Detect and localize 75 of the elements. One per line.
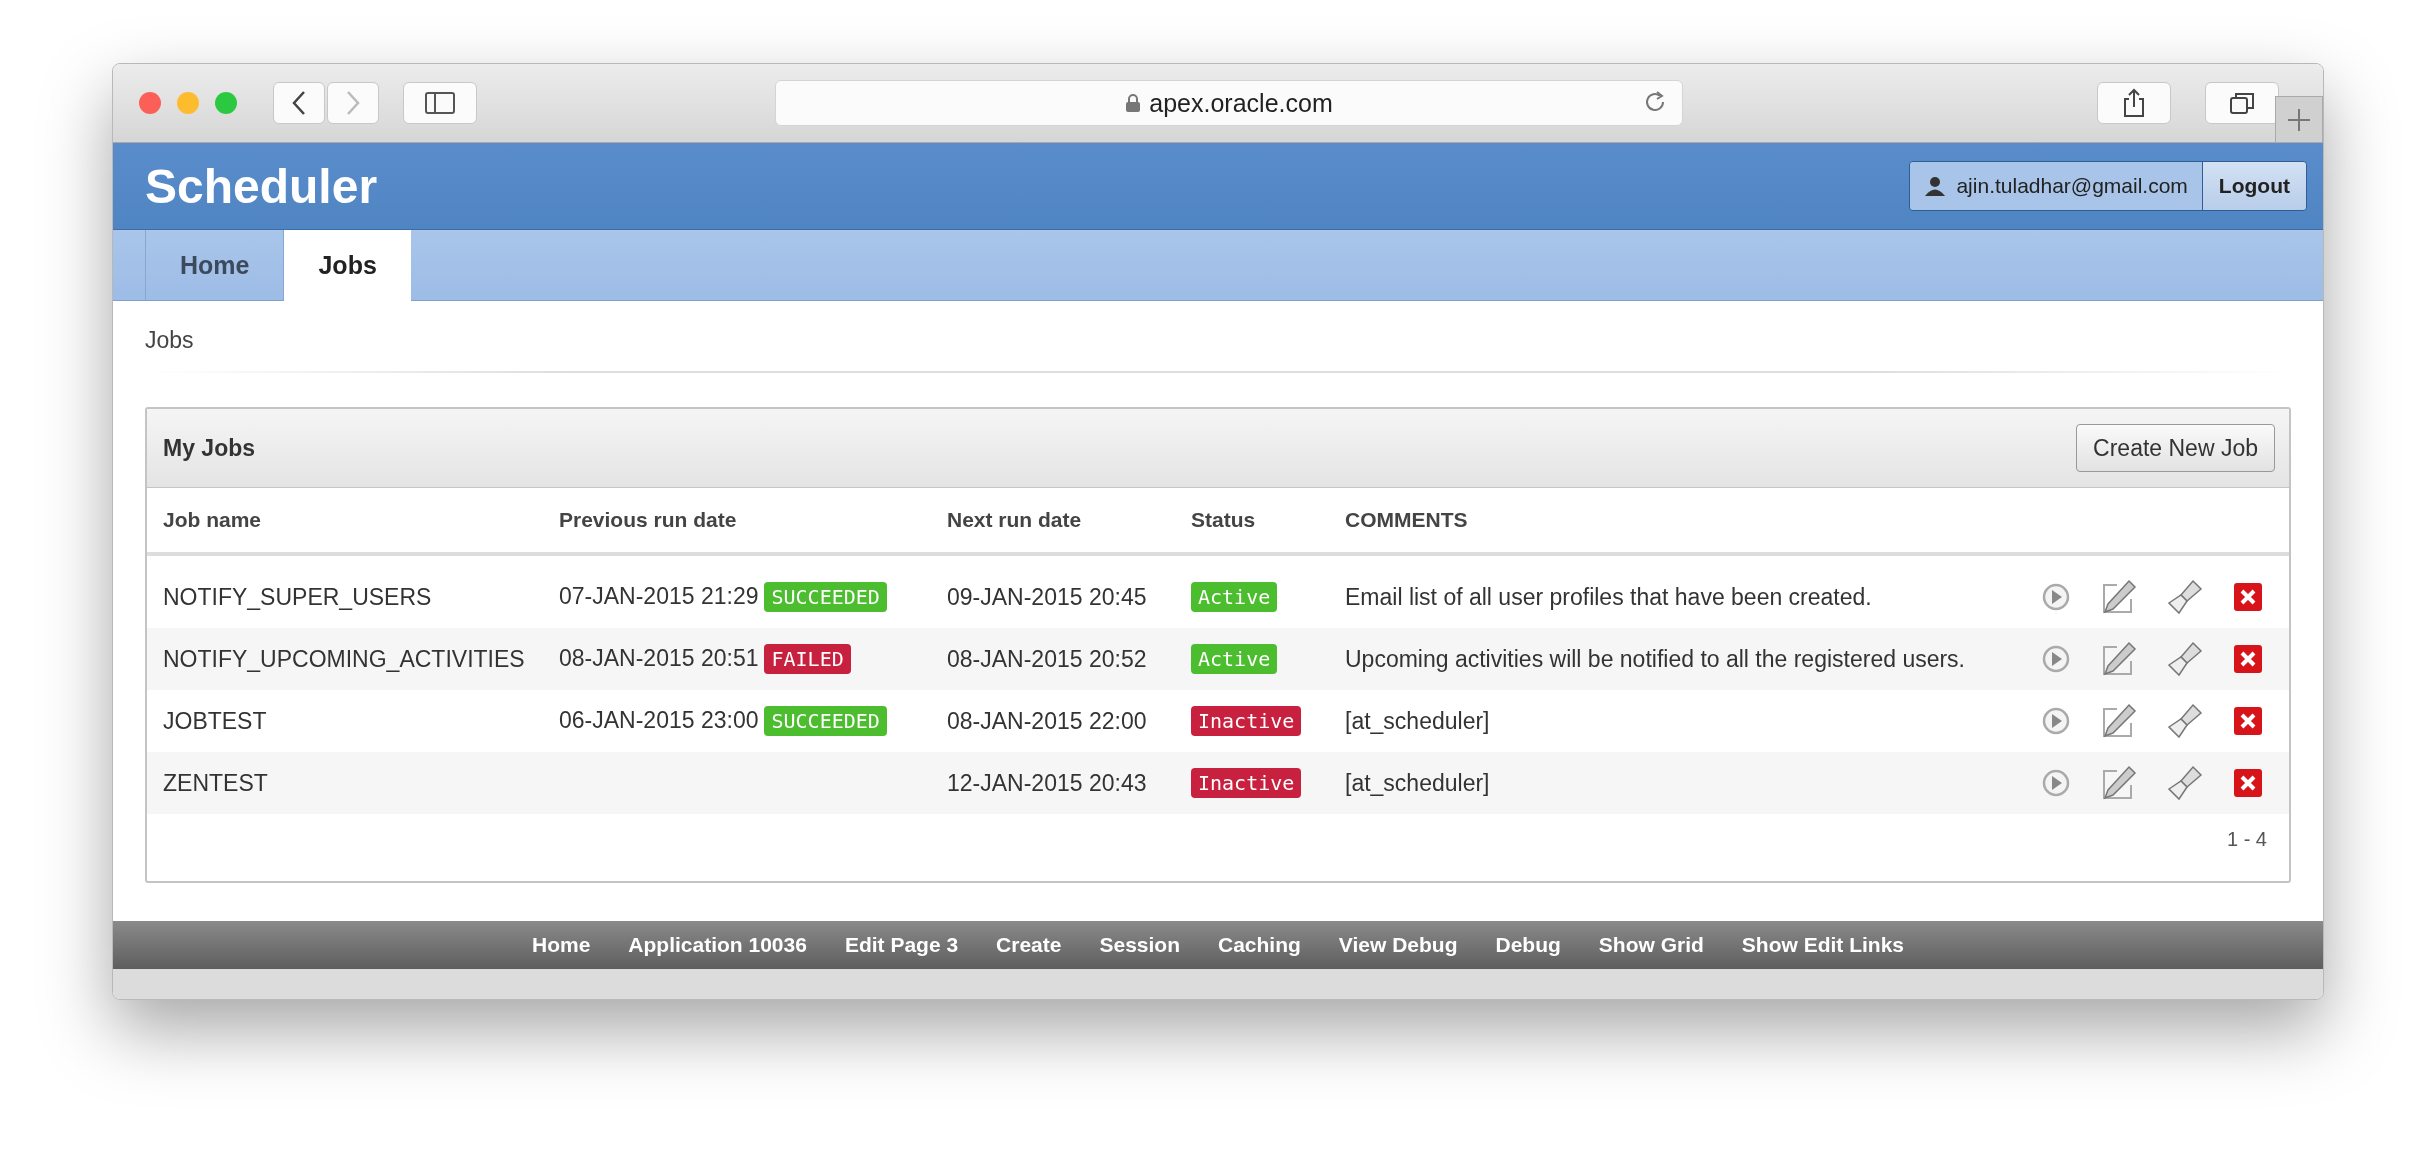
flashlight-icon[interactable] xyxy=(2167,703,2203,739)
footer-link[interactable]: Debug xyxy=(1495,933,1561,957)
run-icon[interactable] xyxy=(2041,644,2071,674)
footer-link[interactable]: View Debug xyxy=(1338,933,1458,957)
status-badge: Active xyxy=(1191,644,1278,674)
run-result-badge: FAILED xyxy=(764,644,851,674)
footer-link[interactable]: Caching xyxy=(1218,933,1301,957)
breadcrumb: Jobs xyxy=(145,326,195,355)
run-icon[interactable] xyxy=(2041,768,2071,798)
column-header[interactable]: Status xyxy=(1191,508,1256,531)
lock-icon xyxy=(1125,93,1142,113)
address-bar[interactable]: apex.oracle.com xyxy=(775,80,1683,126)
close-icon[interactable] xyxy=(139,92,161,114)
next-run-date: 08-JAN-2015 20:52 xyxy=(947,645,1147,672)
sidebar-icon xyxy=(425,92,455,114)
edit-icon[interactable] xyxy=(2101,641,2137,677)
previous-run-date: 07-JAN-2015 21:29 xyxy=(559,583,759,609)
sidebar-button[interactable] xyxy=(403,82,477,124)
job-comment: Upcoming activities will be notified to all the registered users. xyxy=(1345,645,1965,672)
plus-icon xyxy=(2286,106,2312,133)
job-comment: [at_scheduler] xyxy=(1345,707,1490,734)
footer-link[interactable]: Session xyxy=(1099,933,1180,957)
back-button[interactable] xyxy=(273,82,325,124)
column-header[interactable]: Next run date xyxy=(947,508,1082,531)
footer-link[interactable]: Create xyxy=(996,933,1062,957)
flashlight-icon[interactable] xyxy=(2167,765,2203,801)
next-run-date: 12-JAN-2015 20:43 xyxy=(947,769,1147,796)
job-name: JOBTEST xyxy=(163,707,267,734)
new-tab-button[interactable] xyxy=(2275,96,2323,142)
flashlight-icon[interactable] xyxy=(2167,641,2203,677)
job-comment: Email list of all user profiles that have been created. xyxy=(1345,583,1872,610)
footer-link[interactable]: Home xyxy=(531,933,591,957)
job-name: NOTIFY_SUPER_USERS xyxy=(163,583,432,610)
footer-link[interactable]: Show Edit Links xyxy=(1741,933,1904,957)
previous-run-date: 08-JAN-2015 20:51 xyxy=(559,645,759,671)
delete-icon[interactable] xyxy=(2233,768,2263,798)
next-run-date: 09-JAN-2015 20:45 xyxy=(947,583,1147,610)
footer-link[interactable]: Show Grid xyxy=(1598,933,1704,957)
delete-icon[interactable] xyxy=(2233,644,2263,674)
share-icon xyxy=(2122,88,2146,118)
share-button[interactable] xyxy=(2097,82,2171,124)
job-name: NOTIFY_UPCOMING_ACTIVITIES xyxy=(163,645,525,672)
delete-icon[interactable] xyxy=(2233,582,2263,612)
create-job-button[interactable]: Create New Job xyxy=(2076,424,2275,472)
edit-icon[interactable] xyxy=(2101,703,2137,739)
previous-run-date: 06-JAN-2015 23:00 xyxy=(559,707,759,733)
footer-link[interactable]: Application 10036 xyxy=(628,933,807,957)
run-icon[interactable] xyxy=(2041,582,2071,612)
next-run-date: 08-JAN-2015 22:00 xyxy=(947,707,1147,734)
panel-title: My Jobs xyxy=(163,434,256,462)
job-comment: [at_scheduler] xyxy=(1345,769,1490,796)
column-header[interactable]: Job name xyxy=(163,508,262,531)
run-result-badge: SUCCEEDED xyxy=(764,706,887,736)
flashlight-icon[interactable] xyxy=(2167,579,2203,615)
job-name: ZENTEST xyxy=(163,769,268,796)
footer-link[interactable]: Edit Page 3 xyxy=(844,933,959,957)
edit-icon[interactable] xyxy=(2101,579,2137,615)
column-header[interactable]: Previous run date xyxy=(559,508,737,531)
pagination-text: 1 - 4 xyxy=(2226,828,2267,850)
status-badge: Inactive xyxy=(1191,768,1302,798)
tabs-icon xyxy=(2229,91,2255,115)
tabs-button[interactable] xyxy=(2205,82,2279,124)
edit-icon[interactable] xyxy=(2101,765,2137,801)
user-icon xyxy=(1924,175,1947,197)
delete-icon[interactable] xyxy=(2233,706,2263,736)
status-badge: Inactive xyxy=(1191,706,1302,736)
user-email: ajin.tuladhar@gmail.com xyxy=(1910,162,2203,210)
column-header[interactable]: COMMENTS xyxy=(1345,508,1468,531)
status-badge: Active xyxy=(1191,582,1278,612)
address-text: apex.oracle.com xyxy=(1125,88,1333,118)
nav-tab[interactable]: Jobs xyxy=(283,230,411,301)
run-result-badge: SUCCEEDED xyxy=(764,582,887,612)
run-icon[interactable] xyxy=(2041,706,2071,736)
app-title: Scheduler xyxy=(145,158,378,214)
logout-button[interactable]: Logout xyxy=(2202,162,2306,210)
